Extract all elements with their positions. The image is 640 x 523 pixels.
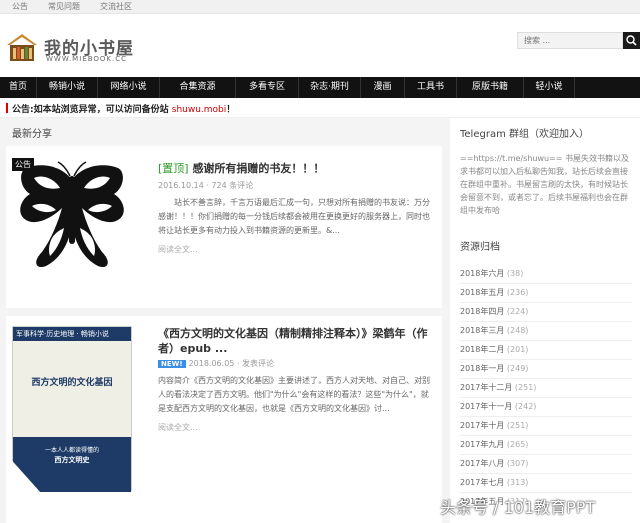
topbar-link-community[interactable]: 交流社区	[88, 0, 140, 13]
book-cover[interactable]: 军事科学·历史地理 · 畅销小说 西方文明的文化基因 一本人人都读得懂的 西方文…	[7, 326, 132, 493]
archive-item[interactable]: 2017年十二月 (251)	[460, 379, 632, 398]
nav-item-original[interactable]: 原版书籍	[457, 77, 524, 98]
archive-item[interactable]: 2017年十月 (251)	[460, 417, 632, 436]
notice-link[interactable]: shuwu.mobi	[172, 105, 227, 115]
search-box	[517, 32, 640, 49]
search-icon	[626, 35, 637, 46]
archive-title: 资源归档	[460, 242, 500, 253]
sidebar: Telegram 群组（欢迎加入） ==https://t.me/shuwu==…	[450, 118, 640, 523]
archive-item[interactable]: 2017年七月 (313)	[460, 474, 632, 493]
nav-item-light-novels[interactable]: 轻小说	[524, 77, 575, 98]
post-thumbnail[interactable]: 公告	[12, 158, 132, 284]
pinned-label: [置顶]	[158, 162, 189, 175]
nav-item-home[interactable]: 首页	[0, 77, 37, 98]
nav-item-duokan[interactable]: 多看专区	[236, 77, 299, 98]
archive-item[interactable]: 2017年八月 (307)	[460, 455, 632, 474]
post-excerpt: 站长不善言辞，千言万语最后汇成一句，只想对所有捐赠的书友说：万分感谢！！！你们捐…	[158, 198, 430, 235]
nav-item-comics[interactable]: 漫画	[361, 77, 405, 98]
top-bar: 公告 常见问题 交流社区	[0, 0, 640, 14]
archive-item[interactable]: 2018年四月 (224)	[460, 303, 632, 322]
nav-item-bestsellers[interactable]: 畅销小说	[37, 77, 98, 98]
archive-item[interactable]: 2018年五月 (236)	[460, 284, 632, 303]
telegram-text: ==https://t.me/shuwu== 书屋失效书籍以及求书都可以加入后私…	[460, 154, 630, 215]
topbar-link-faq[interactable]: 常见问题	[36, 0, 88, 13]
archive-item[interactable]: 2018年一月 (249)	[460, 360, 632, 379]
nav-item-reference[interactable]: 工具书	[405, 77, 457, 98]
archive-item[interactable]: 2017年九月 (265)	[460, 436, 632, 455]
post-card: 军事科学·历史地理 · 畅销小说 西方文明的文化基因 一本人人都读得懂的 西方文…	[6, 316, 442, 523]
notice-marker	[6, 103, 8, 113]
site-header: 我的小书屋 WWW.MIEBOOK.CC	[0, 14, 640, 77]
nav-item-web-novels[interactable]: 网络小说	[98, 77, 160, 98]
post-tag[interactable]: 公告	[12, 158, 34, 171]
notice-bar: 公告:如本站浏览异常，可以访问备份站 shuwu.mobi！	[0, 98, 640, 118]
section-title: 最新分享	[12, 129, 52, 140]
archive-item[interactable]: 2018年三月 (248)	[460, 322, 632, 341]
archive-item[interactable]: 2018年二月 (201)	[460, 341, 632, 360]
new-corner-icon	[7, 455, 41, 493]
notice-label: 公告:如本站浏览异常，可以访问备份站	[12, 105, 169, 115]
house-logo-icon	[7, 34, 37, 61]
read-more-link[interactable]: 阅读全文...	[158, 244, 198, 255]
post-card: 公告 [置顶] 感谢所有捐赠的书友！！！ 2016.10.14 · 724 条评…	[6, 146, 442, 308]
nav-item-magazines[interactable]: 杂志·期刊	[299, 77, 361, 98]
post-excerpt: 内容简介《西方文明的文化基因》主要讲述了，西方人对天地、对自己、对别人的看法决定…	[158, 376, 430, 413]
post-meta: 2016.10.14 · 724 条评论	[158, 181, 254, 190]
telegram-title: Telegram 群组（欢迎加入）	[460, 129, 589, 140]
post-title[interactable]: 《西方文明的文化基因（精制精排注释本）》梁鹤年（作者）epub ...	[158, 326, 438, 356]
post-title-text: 感谢所有捐赠的书友！！！	[192, 162, 325, 175]
notice-tail: ！	[226, 105, 236, 115]
search-input[interactable]	[517, 32, 623, 49]
post-title[interactable]: [置顶] 感谢所有捐赠的书友！！！	[158, 160, 324, 176]
nav-item-collections[interactable]: 合集资源	[160, 77, 236, 98]
notice-text: 公告:如本站浏览异常，可以访问备份站 shuwu.mobi！	[12, 102, 235, 115]
new-badge: NEW!	[158, 360, 186, 368]
archive-item[interactable]: 2018年六月 (38)	[460, 265, 632, 284]
watermark-text: 头条号 / 101教育PPT	[440, 498, 596, 517]
main-content: 最新分享 公告 [置顶] 感谢所有捐赠的书友！！！ 2016.10.14 · 7…	[0, 118, 450, 523]
cover-category-bar: 军事科学·历史地理 · 畅销小说	[13, 327, 131, 341]
main-nav: 首页 畅销小说 网络小说 合集资源 多看专区 杂志·期刊 漫画 工具书 原版书籍…	[0, 77, 640, 98]
post-meta: NEW! 2018.06.05 · 发表评论	[158, 358, 274, 369]
cover-title: 西方文明的文化基因	[31, 378, 113, 388]
butterfly-image	[20, 161, 124, 268]
logo-subtitle: WWW.MIEBOOK.CC	[46, 55, 128, 63]
search-button[interactable]	[623, 32, 640, 49]
topbar-link-notice[interactable]: 公告	[0, 0, 36, 13]
post-meta-text: 2018.06.05 · 发表评论	[188, 359, 274, 368]
site-logo[interactable]: 我的小书屋 WWW.MIEBOOK.CC	[6, 32, 136, 66]
archive-item[interactable]: 2017年十一月 (242)	[460, 398, 632, 417]
read-more-link[interactable]: 阅读全文...	[158, 422, 198, 433]
